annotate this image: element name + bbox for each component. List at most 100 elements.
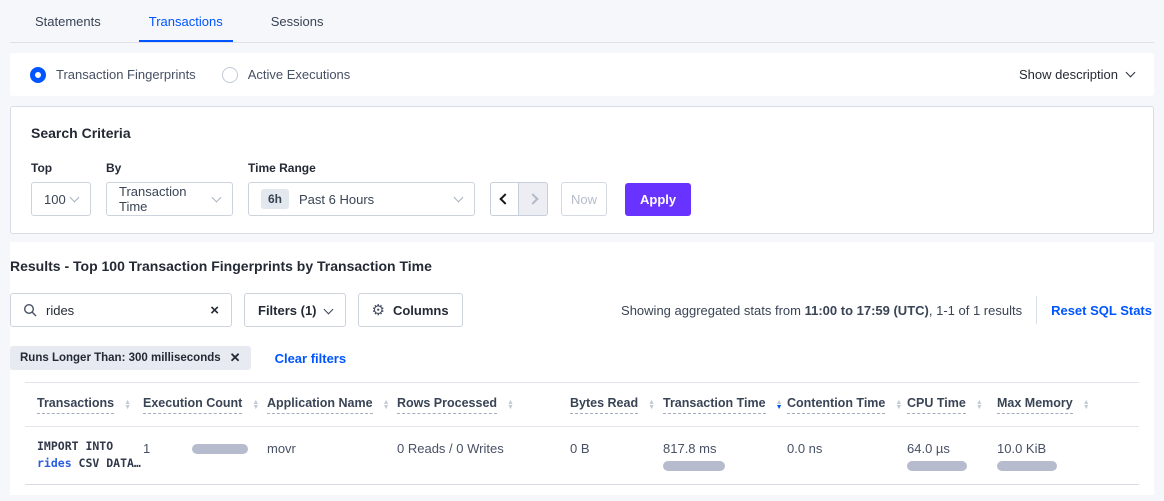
column-header-transaction-time[interactable]: Transaction Time▲▼ <box>651 383 775 427</box>
column-header-transactions[interactable]: Transactions▲▼ <box>25 383 131 427</box>
stats-range: 11:00 to 17:59 (UTC) <box>805 303 929 318</box>
results-table-wrap: Transactions▲▼ Execution Count▲▼ Applica… <box>25 382 1139 485</box>
page-tabs: Statements Transactions Sessions <box>10 0 1154 43</box>
time-range-next-button[interactable] <box>519 182 548 216</box>
results-toolbar: × Filters (1) ⚙ Columns Showing aggregat… <box>10 293 1154 327</box>
filters-button-label: Filters (1) <box>258 303 317 318</box>
sort-icon[interactable]: ▲▼ <box>776 400 783 410</box>
column-header-contention-time[interactable]: Contention Time▲▼ <box>775 383 895 427</box>
clear-search-icon[interactable]: × <box>210 303 219 318</box>
top-group: Top 100 <box>31 161 91 216</box>
column-header-rows-processed[interactable]: Rows Processed▲▼ <box>385 383 558 427</box>
time-range-value: Past 6 Hours <box>299 192 374 207</box>
vertical-divider <box>1036 296 1037 324</box>
cell-rows-processed: 0 Reads / 0 Writes <box>385 427 558 485</box>
column-header-bytes-read[interactable]: Bytes Read▲▼ <box>558 383 651 427</box>
chevron-left-icon <box>499 193 510 204</box>
time-range-label: Time Range <box>248 161 475 175</box>
now-button[interactable]: Now <box>561 182 607 216</box>
active-filters-row: Runs Longer Than: 300 milliseconds ✕ Cle… <box>10 346 1154 370</box>
results-heading: Results - Top 100 Transaction Fingerprin… <box>10 258 1154 274</box>
results-table: Transactions▲▼ Execution Count▲▼ Applica… <box>25 382 1139 485</box>
chevron-down-icon <box>454 192 464 202</box>
remove-filter-icon[interactable]: ✕ <box>230 350 241 366</box>
filter-chip-label: Runs Longer Than: 300 milliseconds <box>20 352 221 364</box>
top-select[interactable]: 100 <box>31 182 91 216</box>
transaction-statement: IMPORT INTO rides CSV DATA… <box>37 438 127 472</box>
sort-icon[interactable]: ▲▼ <box>648 400 655 410</box>
column-header-cpu-time[interactable]: CPU Time▲▼ <box>895 383 985 427</box>
table-row: IMPORT INTO rides CSV DATA… 1 movr 0 Rea… <box>25 427 1139 485</box>
radio-label: Transaction Fingerprints <box>56 67 196 82</box>
reset-sql-stats-link[interactable]: Reset SQL Stats <box>1051 303 1152 318</box>
cell-transaction-time: 817.8 ms <box>651 427 775 485</box>
columns-button[interactable]: ⚙ Columns <box>358 293 463 327</box>
sort-icon[interactable]: ▲▼ <box>383 400 390 410</box>
filters-button[interactable]: Filters (1) <box>244 293 346 327</box>
sql-line-2-rest: CSV DATA… <box>72 456 141 470</box>
time-range-select[interactable]: 6h Past 6 Hours <box>248 182 475 216</box>
radio-unselected-icon <box>222 67 238 83</box>
cell-transaction[interactable]: IMPORT INTO rides CSV DATA… <box>25 427 131 485</box>
search-criteria-card: Search Criteria Top 100 By Transaction T… <box>10 106 1154 234</box>
tab-transactions[interactable]: Transactions <box>139 0 233 42</box>
search-input[interactable] <box>46 303 210 318</box>
cell-cpu-time: 64.0 µs <box>895 427 985 485</box>
column-header-application-name[interactable]: Application Name▲▼ <box>255 383 385 427</box>
stats-suffix: , 1-1 of 1 results <box>929 303 1022 318</box>
results-section: Results - Top 100 Transaction Fingerprin… <box>10 242 1154 495</box>
filter-chip: Runs Longer Than: 300 milliseconds ✕ <box>10 346 251 370</box>
radio-label: Active Executions <box>248 67 351 82</box>
cell-execution-count: 1 <box>131 427 255 485</box>
columns-button-label: Columns <box>393 303 449 318</box>
top-select-value: 100 <box>44 192 66 207</box>
max-memory-bar <box>997 461 1057 471</box>
stats-summary: Showing aggregated stats from 11:00 to 1… <box>621 303 1022 318</box>
radio-transaction-fingerprints[interactable]: Transaction Fingerprints <box>30 67 196 83</box>
cell-contention-time: 0.0 ns <box>775 427 895 485</box>
search-icon <box>23 303 37 317</box>
by-select-value: Transaction Time <box>119 184 213 214</box>
sort-icon[interactable]: ▲▼ <box>507 400 514 410</box>
tab-sessions[interactable]: Sessions <box>261 0 334 42</box>
sort-icon[interactable]: ▲▼ <box>895 400 902 410</box>
chevron-right-icon <box>527 193 538 204</box>
time-range-prev-button[interactable] <box>490 182 519 216</box>
tab-statements[interactable]: Statements <box>25 0 111 42</box>
radio-active-executions[interactable]: Active Executions <box>222 67 351 83</box>
execution-count-bar <box>192 444 248 454</box>
top-label: Top <box>31 161 91 175</box>
sort-icon[interactable]: ▲▼ <box>1083 400 1090 410</box>
column-header-max-memory[interactable]: Max Memory▲▼ <box>985 383 1139 427</box>
apply-button[interactable]: Apply <box>625 183 691 216</box>
max-memory-value: 10.0 KiB <box>997 441 1046 456</box>
gear-icon: ⚙ <box>372 303 385 318</box>
cell-bytes-read: 0 B <box>558 427 651 485</box>
by-label: By <box>106 161 233 175</box>
column-header-execution-count[interactable]: Execution Count▲▼ <box>131 383 255 427</box>
sort-icon[interactable]: ▲▼ <box>252 400 259 410</box>
sort-icon[interactable]: ▲▼ <box>976 400 983 410</box>
clear-filters-link[interactable]: Clear filters <box>275 351 347 366</box>
time-range-nav <box>490 182 548 216</box>
table-header-row: Transactions▲▼ Execution Count▲▼ Applica… <box>25 383 1139 427</box>
cpu-time-bar <box>907 461 967 471</box>
sql-line-1: IMPORT INTO <box>37 438 127 455</box>
table-name-link[interactable]: rides <box>37 456 72 470</box>
by-group: By Transaction Time <box>106 161 233 216</box>
transaction-time-bar <box>663 461 725 471</box>
cell-max-memory: 10.0 KiB <box>985 427 1139 485</box>
chevron-down-icon <box>1126 68 1136 78</box>
sort-icon[interactable]: ▲▼ <box>124 400 131 410</box>
transactions-page: Statements Transactions Sessions Transac… <box>0 0 1164 501</box>
time-range-badge: 6h <box>261 189 289 209</box>
by-select[interactable]: Transaction Time <box>106 182 233 216</box>
search-criteria-controls: Top 100 By Transaction Time Time Range 6… <box>31 161 1133 216</box>
transaction-time-value: 817.8 ms <box>663 441 716 456</box>
show-description-label: Show description <box>1019 67 1118 82</box>
chevron-down-icon <box>70 192 80 202</box>
execution-count-value: 1 <box>143 441 150 456</box>
chevron-down-icon <box>323 304 333 314</box>
show-description-toggle[interactable]: Show description <box>1019 67 1134 82</box>
search-box[interactable]: × <box>10 293 232 327</box>
